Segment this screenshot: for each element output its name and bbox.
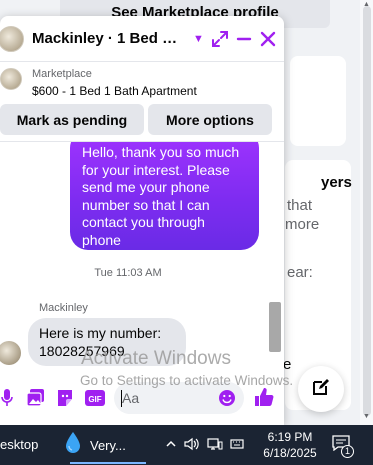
notification-count-badge: 1 bbox=[341, 445, 354, 458]
gif-icon[interactable]: GIF bbox=[84, 388, 106, 413]
taskbar-app-button[interactable]: Very... bbox=[64, 428, 154, 462]
sender-name: Mackinley bbox=[39, 302, 88, 314]
system-tray bbox=[165, 437, 246, 454]
more-options-button[interactable]: More options bbox=[148, 104, 272, 135]
keyboard-icon[interactable] bbox=[230, 437, 246, 454]
close-icon[interactable] bbox=[259, 30, 277, 48]
activation-watermark-subtitle: Go to Settings to activate Windows. bbox=[80, 373, 294, 388]
mark-as-pending-button[interactable]: Mark as pending bbox=[0, 104, 144, 135]
taskbar-clock[interactable]: 6:19 PM 6/18/2025 bbox=[258, 429, 322, 461]
network-icon[interactable] bbox=[207, 437, 223, 454]
emoji-icon[interactable] bbox=[218, 389, 236, 412]
listing-title[interactable]: $600 - 1 Bed 1 Bath Apartment bbox=[32, 84, 197, 98]
speaker-icon[interactable] bbox=[184, 437, 200, 454]
sticker-icon[interactable] bbox=[55, 388, 75, 413]
taskbar-desktop-label[interactable]: esktop bbox=[0, 437, 38, 452]
background-card bbox=[290, 56, 346, 146]
chat-title[interactable]: Mackinley · 1 Bed 1 Bath Apartment bbox=[32, 30, 184, 47]
scroll-up-arrow-icon[interactable]: ▲ bbox=[363, 1, 370, 8]
water-drop-icon bbox=[64, 431, 82, 460]
active-app-indicator bbox=[70, 462, 146, 464]
listing-source: Marketplace bbox=[32, 68, 92, 80]
background-text-fragment: ear: bbox=[287, 264, 313, 281]
sender-avatar[interactable] bbox=[0, 341, 21, 365]
scroll-down-arrow-icon[interactable]: ▼ bbox=[363, 413, 370, 420]
compose-icon bbox=[311, 377, 331, 402]
taskbar-app-label: Very... bbox=[90, 437, 126, 453]
new-message-button[interactable] bbox=[298, 366, 344, 412]
activation-watermark-title: Activate Windows bbox=[81, 348, 231, 369]
chevron-up-icon[interactable] bbox=[165, 438, 177, 453]
page-scrollbar-thumb[interactable] bbox=[363, 6, 371, 416]
taskbar: esktop Very... 6:19 PM 6/18/2025 1 bbox=[0, 425, 373, 465]
clock-date: 6/18/2025 bbox=[263, 446, 317, 460]
svg-text:GIF: GIF bbox=[88, 395, 101, 404]
message-timestamp: Tue 11:03 AM bbox=[94, 267, 162, 279]
chevron-down-icon[interactable]: ▼ bbox=[193, 33, 204, 45]
chat-header[interactable]: Mackinley · 1 Bed 1 Bath Apartment ▼ bbox=[0, 16, 284, 62]
message-list[interactable]: Hello, thank you so much for your intere… bbox=[0, 142, 284, 368]
listing-summary[interactable]: Marketplace $600 - 1 Bed 1 Bath Apartmen… bbox=[0, 62, 284, 102]
background-text-fragment: e bbox=[283, 356, 292, 373]
microphone-icon[interactable] bbox=[1, 388, 13, 413]
chat-scrollbar-thumb[interactable] bbox=[269, 302, 281, 352]
background-text-fragment: more bbox=[285, 216, 320, 233]
text-cursor bbox=[121, 390, 122, 407]
clock-time: 6:19 PM bbox=[267, 430, 313, 444]
background-text-fragment: that bbox=[287, 197, 313, 214]
background-heading-fragment: yers bbox=[321, 174, 352, 191]
outgoing-message[interactable]: Hello, thank you so much for your intere… bbox=[70, 142, 259, 250]
photo-icon[interactable] bbox=[26, 388, 46, 413]
minimize-icon[interactable] bbox=[235, 30, 253, 48]
contact-avatar[interactable] bbox=[0, 25, 24, 52]
listing-thumbnail[interactable] bbox=[0, 68, 22, 90]
thumbs-up-icon[interactable] bbox=[253, 386, 275, 413]
expand-icon[interactable] bbox=[211, 30, 229, 48]
